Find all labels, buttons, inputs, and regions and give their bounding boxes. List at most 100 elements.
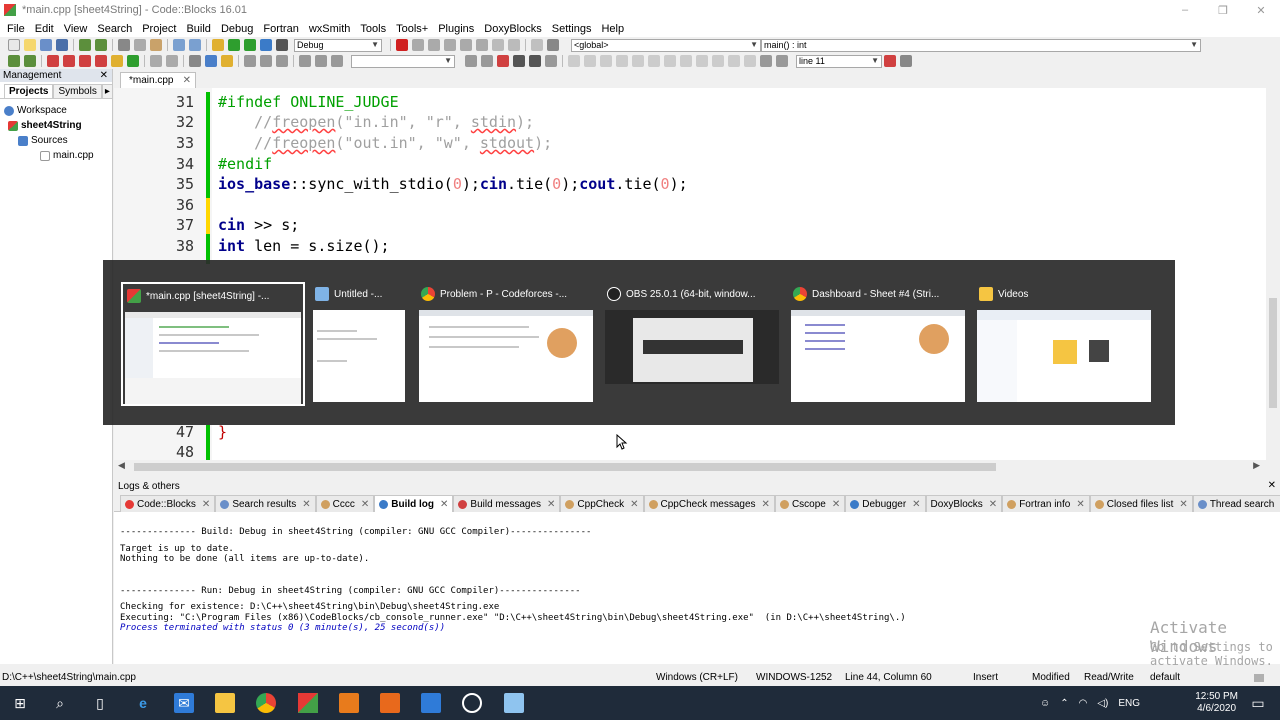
tab-build-log[interactable]: Build log ✕ bbox=[374, 495, 454, 512]
close-icon[interactable]: ✕ bbox=[440, 499, 448, 510]
tool-2-icon[interactable] bbox=[584, 55, 596, 67]
save-all-icon[interactable] bbox=[56, 39, 68, 51]
whole-word-icon[interactable] bbox=[545, 55, 557, 67]
next-line-icon[interactable] bbox=[428, 39, 440, 51]
step-out-icon[interactable] bbox=[460, 39, 472, 51]
next-instruction-icon[interactable] bbox=[476, 39, 488, 51]
jump-icon[interactable] bbox=[111, 55, 123, 67]
jump-back-icon[interactable] bbox=[127, 55, 139, 67]
redo-icon[interactable] bbox=[95, 39, 107, 51]
goto-line-select[interactable]: line 11 ▼ bbox=[796, 54, 882, 68]
tab-cccc[interactable]: Cccc ✕ bbox=[315, 495, 375, 512]
tab-main-cpp[interactable]: *main.cpp ✕ bbox=[120, 72, 196, 88]
debug-icon[interactable] bbox=[396, 39, 408, 51]
highlight-icon[interactable] bbox=[497, 55, 509, 67]
menu-search[interactable]: Search bbox=[92, 23, 137, 35]
codeblocks-icon[interactable] bbox=[298, 693, 318, 713]
sublime-icon[interactable] bbox=[339, 693, 359, 713]
scroll-right-icon[interactable]: ▶ bbox=[1253, 460, 1260, 471]
app-icon[interactable] bbox=[380, 693, 400, 713]
save-icon[interactable] bbox=[40, 39, 52, 51]
wrench-icon[interactable] bbox=[900, 55, 912, 67]
scope-select[interactable]: <global> ▼ bbox=[571, 38, 761, 52]
tab-cscope[interactable]: Cscope ✕ bbox=[774, 495, 846, 512]
switcher-item-notepad[interactable]: Untitled -... bbox=[311, 282, 411, 406]
back-icon[interactable] bbox=[8, 55, 20, 67]
input-language[interactable]: ENG bbox=[1118, 698, 1140, 709]
tool-1-icon[interactable] bbox=[568, 55, 580, 67]
menu-fortran[interactable]: Fortran bbox=[258, 23, 303, 35]
doxy-run-icon[interactable] bbox=[205, 55, 217, 67]
tab-build-messages[interactable]: Build messages ✕ bbox=[453, 495, 561, 512]
edge-icon[interactable]: e bbox=[133, 693, 153, 713]
menu-edit[interactable]: Edit bbox=[30, 23, 59, 35]
run-icon[interactable] bbox=[228, 39, 240, 51]
close-icon[interactable]: ✕ bbox=[1179, 499, 1187, 510]
taskbar-clock[interactable]: 12:50 PM 4/6/2020 bbox=[1195, 691, 1238, 715]
new-file-icon[interactable] bbox=[8, 39, 20, 51]
chrome-icon[interactable] bbox=[256, 693, 276, 713]
search-combo[interactable]: ▼ bbox=[351, 54, 455, 68]
rebuild-icon[interactable] bbox=[260, 39, 272, 51]
tab-debugger[interactable]: Debugger ✕ bbox=[845, 495, 926, 512]
close-icon[interactable]: ✕ bbox=[302, 499, 310, 510]
build-icon[interactable] bbox=[212, 39, 224, 51]
close-icon[interactable]: ✕ bbox=[989, 499, 997, 510]
step-into-icon[interactable] bbox=[444, 39, 456, 51]
replace-icon[interactable] bbox=[189, 39, 201, 51]
menu-project[interactable]: Project bbox=[137, 23, 181, 35]
match-case-icon[interactable] bbox=[513, 55, 525, 67]
notepad-icon[interactable] bbox=[504, 693, 524, 713]
forward-icon[interactable] bbox=[24, 55, 36, 67]
c-icon[interactable] bbox=[776, 55, 788, 67]
bookmark-next-icon[interactable] bbox=[79, 55, 91, 67]
menu-help[interactable]: Help bbox=[596, 23, 629, 35]
tool-4-icon[interactable] bbox=[616, 55, 628, 67]
switcher-item-videos[interactable]: Videos bbox=[975, 282, 1155, 406]
find-icon[interactable] bbox=[173, 39, 185, 51]
bookmark-prev-icon[interactable] bbox=[63, 55, 75, 67]
bookmark-toggle-icon[interactable] bbox=[47, 55, 59, 67]
tool-10-icon[interactable] bbox=[712, 55, 724, 67]
tree-item-project[interactable]: sheet4String bbox=[0, 118, 112, 133]
build-run-icon[interactable] bbox=[244, 39, 256, 51]
tab-symbols[interactable]: Symbols bbox=[53, 84, 102, 98]
play-icon[interactable] bbox=[331, 55, 343, 67]
tool-7-icon[interactable] bbox=[664, 55, 676, 67]
scrollbar-thumb[interactable] bbox=[134, 463, 996, 471]
open-icon[interactable] bbox=[24, 39, 36, 51]
menu-doxyblocks[interactable]: DoxyBlocks bbox=[479, 23, 546, 35]
tab-scroll-icon[interactable]: ▸ bbox=[101, 84, 113, 98]
find-next-icon[interactable] bbox=[481, 55, 493, 67]
switcher-item-obs[interactable]: OBS 25.0.1 (64-bit, window... bbox=[603, 282, 783, 406]
comment-icon[interactable] bbox=[150, 55, 162, 67]
close-icon[interactable]: ✕ bbox=[202, 499, 210, 510]
build-log-output[interactable]: -------------- Build: Debug in sheet4Str… bbox=[114, 512, 1280, 668]
uncomment-icon[interactable] bbox=[166, 55, 178, 67]
copy-icon[interactable] bbox=[134, 39, 146, 51]
close-icon[interactable]: ✕ bbox=[1076, 499, 1084, 510]
menu-view[interactable]: View bbox=[59, 23, 93, 35]
management-close-icon[interactable]: ✕ bbox=[100, 70, 108, 81]
obs-icon[interactable] bbox=[462, 693, 482, 713]
people-icon[interactable]: ☺ bbox=[1040, 698, 1050, 709]
menu-plugins[interactable]: Plugins bbox=[433, 23, 479, 35]
menu-file[interactable]: File bbox=[2, 23, 30, 35]
search-icon[interactable]: ⌕ bbox=[50, 693, 70, 713]
menu-tools-plus[interactable]: Tools+ bbox=[391, 23, 433, 35]
chevron-up-icon[interactable]: ⌃ bbox=[1060, 698, 1068, 709]
switcher-item-dashboard[interactable]: Dashboard - Sheet #4 (Stri... bbox=[789, 282, 969, 406]
tool-8-icon[interactable] bbox=[680, 55, 692, 67]
menu-settings[interactable]: Settings bbox=[547, 23, 597, 35]
tab-projects[interactable]: Projects bbox=[4, 84, 54, 98]
tree-item-sources[interactable]: Sources bbox=[0, 133, 112, 148]
close-icon[interactable]: ✕ bbox=[832, 499, 840, 510]
tool-11-icon[interactable] bbox=[728, 55, 740, 67]
tab-thread-search[interactable]: Thread search✕ bbox=[1192, 495, 1280, 512]
scrollbar-thumb[interactable] bbox=[1269, 298, 1277, 408]
close-button[interactable]: ✕ bbox=[1242, 0, 1280, 20]
volume-icon[interactable]: ◁) bbox=[1097, 698, 1108, 709]
tab-closed-files[interactable]: Closed files list ✕ bbox=[1089, 495, 1193, 512]
undo-icon[interactable] bbox=[79, 39, 91, 51]
paste-icon[interactable] bbox=[150, 39, 162, 51]
